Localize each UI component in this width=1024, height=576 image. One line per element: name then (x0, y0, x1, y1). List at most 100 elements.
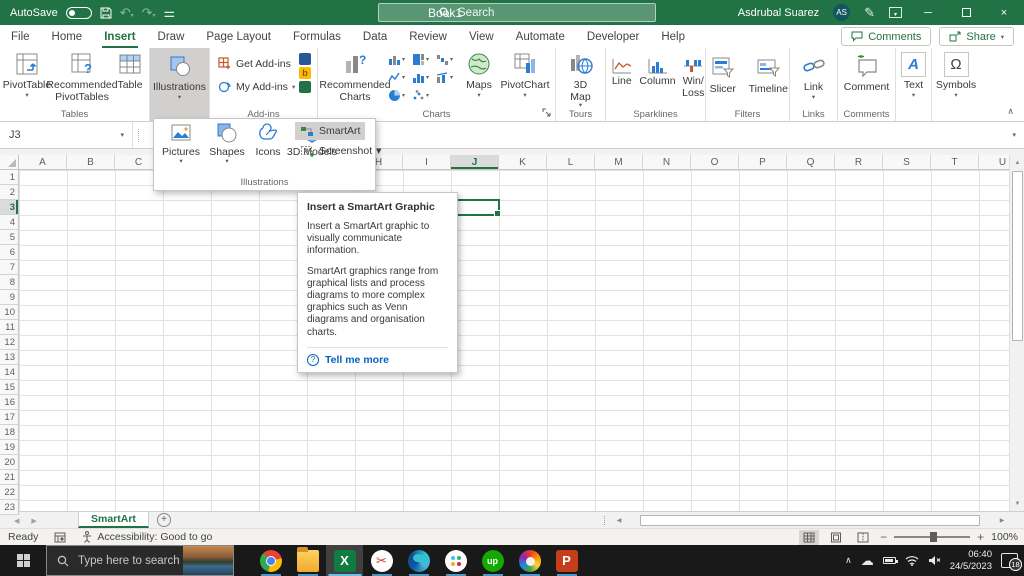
insert-scatter-chart-button[interactable]: ▾ (412, 87, 436, 104)
recent-addin-bing-icon[interactable]: b (299, 67, 311, 79)
column-header[interactable]: T (931, 155, 979, 170)
row-header[interactable]: 15 (0, 380, 19, 395)
undo-icon[interactable]: ↶▾ (120, 6, 134, 19)
redo-icon[interactable]: ↷▾ (142, 6, 156, 19)
taskbar-clock[interactable]: 06:40 24/5/2023 (950, 549, 992, 573)
scroll-right-icon[interactable]: ▶ (995, 513, 1009, 527)
share-button[interactable]: Share ▾ (939, 27, 1014, 46)
column-header[interactable]: I (403, 155, 451, 170)
column-header[interactable]: M (595, 155, 643, 170)
taskbar-app-button[interactable] (289, 545, 326, 576)
pen-icon[interactable]: ✎ (864, 6, 875, 19)
ribbon-tab[interactable]: Review (398, 25, 458, 48)
column-header[interactable]: S (883, 155, 931, 170)
pictures-menu-item[interactable]: Pictures ▾ (158, 122, 204, 166)
taskbar-app-button[interactable] (437, 545, 474, 576)
zoom-in-icon[interactable]: + (977, 530, 984, 544)
taskbar-app-button[interactable] (326, 545, 363, 576)
ribbon-tab[interactable]: Help (650, 25, 696, 48)
avatar[interactable]: AS (833, 4, 850, 21)
insert-line-chart-button[interactable]: ▾ (388, 69, 412, 86)
vertical-scrollbar[interactable]: ▲ ▼ (1009, 155, 1024, 511)
recent-addin-icon[interactable] (299, 53, 311, 65)
volume-muted-icon[interactable] (928, 555, 941, 566)
pivottable-button[interactable]: PivotTable ▾ (3, 48, 51, 100)
zoom-out-icon[interactable]: − (880, 530, 887, 544)
get-addins-button[interactable]: Get Add-ins (217, 56, 291, 71)
select-all-corner[interactable] (0, 155, 19, 170)
taskbar-app-button[interactable] (252, 545, 289, 576)
new-sheet-icon[interactable]: + (157, 513, 171, 527)
row-header[interactable]: 4 (0, 215, 19, 230)
row-header[interactable]: 8 (0, 275, 19, 290)
ribbon-tab[interactable]: Draw (147, 25, 196, 48)
scroll-left-icon[interactable]: ◀ (612, 513, 626, 527)
save-icon[interactable] (100, 7, 112, 19)
wifi-icon[interactable] (905, 555, 919, 566)
scroll-down-icon[interactable]: ▼ (1010, 496, 1024, 511)
search-input[interactable]: Search (378, 3, 656, 22)
pivotchart-button[interactable]: PivotChart ▾ (498, 48, 552, 100)
column-header[interactable]: B (67, 155, 115, 170)
action-center-icon[interactable]: 18 (1001, 553, 1018, 568)
my-addins-button[interactable]: My Add-ins ▾ (217, 79, 295, 94)
row-header[interactable]: 17 (0, 410, 19, 425)
horizontal-scrollbar[interactable]: ◀ ▶ (612, 513, 1009, 527)
next-sheet-icon[interactable]: ▶ (31, 517, 36, 525)
tell-me-more-link[interactable]: ? Tell me more (307, 347, 448, 366)
row-header[interactable]: 13 (0, 350, 19, 365)
name-box-chevron-icon[interactable]: ▾ (120, 131, 124, 139)
comments-button[interactable]: Comments (841, 27, 931, 46)
maximize-button[interactable] (954, 0, 978, 25)
onedrive-cloud-icon[interactable]: ☁ (861, 553, 874, 569)
customize-quick-access-toolbar-icon[interactable]: ⚌ (164, 6, 176, 19)
ribbon-display-options-icon[interactable]: ▾ (889, 7, 902, 18)
row-header[interactable]: 16 (0, 395, 19, 410)
sparkline-column-button[interactable]: Column (640, 54, 676, 87)
column-header[interactable]: N (643, 155, 691, 170)
sheet-tab-smartart[interactable]: SmartArt (78, 512, 149, 528)
taskbar-app-button[interactable] (400, 545, 437, 576)
sparkline-line-button[interactable]: Line (610, 54, 634, 87)
row-header[interactable]: 14 (0, 365, 19, 380)
column-header[interactable]: Q (787, 155, 835, 170)
symbols-button[interactable]: Ω Symbols ▾ (933, 48, 979, 100)
row-header[interactable]: 12 (0, 335, 19, 350)
zoom-slider[interactable] (894, 536, 970, 538)
sparkline-winloss-button[interactable]: Win/ Loss (682, 54, 706, 99)
tray-expand-icon[interactable]: ∧ (845, 555, 852, 566)
insert-statistic-chart-button[interactable]: ▾ (412, 69, 436, 86)
recent-addin-green-icon[interactable] (299, 81, 311, 93)
row-header[interactable]: 7 (0, 260, 19, 275)
ribbon-tab[interactable]: File (0, 25, 41, 48)
zoom-level[interactable]: 100% (991, 531, 1018, 543)
column-header[interactable]: A (19, 155, 67, 170)
column-header[interactable]: P (739, 155, 787, 170)
prev-sheet-icon[interactable]: ◀ (14, 517, 19, 525)
3d-map-button[interactable]: 3D Map▾ (557, 48, 605, 110)
timeline-button[interactable]: Timeline (748, 52, 789, 95)
close-button[interactable]: × (992, 0, 1016, 25)
smartart-menu-item[interactable]: SmartArt (295, 122, 365, 140)
ribbon-tab[interactable]: Page Layout (195, 25, 282, 48)
ribbon-tab[interactable]: Developer (576, 25, 650, 48)
taskbar-app-button[interactable] (363, 545, 400, 576)
page-break-preview-button[interactable] (853, 530, 873, 545)
charts-dialog-launcher-icon[interactable] (542, 108, 552, 118)
illustrations-button[interactable]: Illustrations ▾ (150, 48, 209, 121)
ribbon-tab[interactable]: Home (41, 25, 94, 48)
column-header[interactable]: J (451, 155, 499, 170)
taskbar-app-button[interactable] (511, 545, 548, 576)
accessibility-status[interactable]: Accessibility: Good to go (82, 531, 212, 543)
recommended-pivottables-button[interactable]: ? Recommended PivotTables (51, 48, 113, 103)
screenshot-menu-item[interactable]: Screenshot ▾ (295, 142, 386, 160)
collapse-ribbon-icon[interactable]: ∧ (1007, 106, 1014, 117)
taskbar-search-input[interactable]: Type here to search (46, 545, 234, 576)
icons-menu-item[interactable]: Icons (250, 122, 286, 158)
macro-record-icon[interactable] (54, 532, 66, 543)
row-header[interactable]: 11 (0, 320, 19, 335)
ribbon-tab[interactable]: Insert (93, 25, 146, 48)
row-header[interactable]: 18 (0, 425, 19, 440)
search-highlight-image[interactable] (183, 546, 233, 575)
insert-column-chart-button[interactable]: ▾ (388, 51, 412, 68)
